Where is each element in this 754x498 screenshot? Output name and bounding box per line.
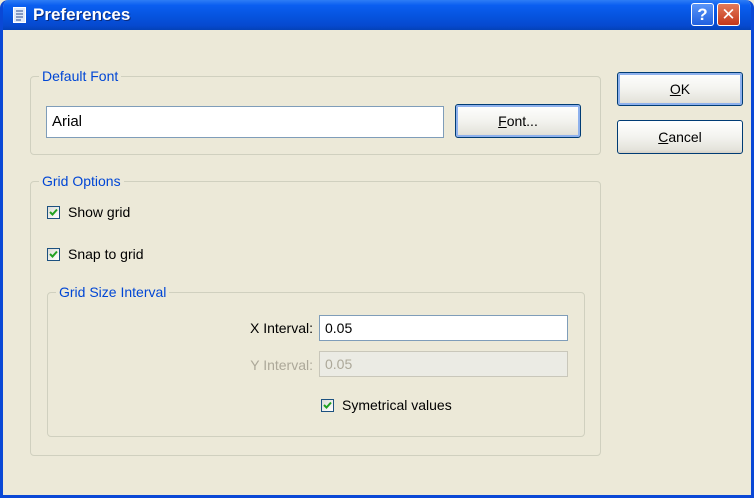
document-icon [13, 7, 26, 23]
cancel-button[interactable]: Cancel [617, 120, 743, 154]
default-font-legend: Default Font [39, 68, 122, 84]
symmetrical-values-checkbox-box[interactable] [321, 398, 334, 412]
cancel-button-mnemonic: C [658, 129, 669, 145]
ok-button-label: K [680, 81, 691, 97]
help-button[interactable]: ? [691, 3, 714, 26]
help-icon: ? [697, 5, 708, 24]
font-button[interactable]: Font... [455, 104, 581, 138]
font-name-input[interactable]: Arial [46, 106, 444, 138]
cancel-button-label: ancel [668, 129, 702, 145]
checkmark-icon [49, 208, 58, 216]
font-button-mnemonic: F [498, 113, 507, 129]
font-button-label: ont... [506, 113, 538, 129]
snap-to-grid-checkbox[interactable]: Snap to grid [47, 246, 144, 262]
symmetrical-values-checkbox[interactable]: Symetrical values [321, 397, 452, 413]
ok-button-mnemonic: O [669, 81, 681, 97]
close-button[interactable]: ✕ [717, 3, 740, 26]
font-name-value: Arial [52, 113, 83, 130]
symmetrical-values-label: Symetrical values [342, 397, 452, 413]
snap-to-grid-label: Snap to grid [68, 246, 144, 262]
y-interval-value: 0.05 [325, 356, 353, 372]
grid-size-interval-legend: Grid Size Interval [56, 284, 170, 300]
y-interval-input[interactable]: 0.05 [319, 351, 568, 377]
checkmark-icon [49, 250, 58, 258]
show-grid-label: Show grid [68, 204, 131, 220]
x-interval-value: 0.05 [325, 320, 353, 336]
close-icon: ✕ [721, 5, 736, 24]
grid-options-legend: Grid Options [39, 173, 124, 189]
title-bar[interactable]: Preferences ? ✕ [3, 0, 751, 30]
show-grid-checkbox[interactable]: Show grid [47, 204, 130, 220]
snap-to-grid-checkbox-box[interactable] [47, 247, 60, 261]
x-interval-input[interactable]: 0.05 [319, 315, 568, 341]
window-title: Preferences [33, 5, 131, 24]
y-interval-label: Y Interval: [250, 357, 313, 373]
ok-button[interactable]: OK [617, 72, 743, 106]
checkmark-icon [323, 401, 332, 409]
show-grid-checkbox-box[interactable] [47, 205, 60, 219]
x-interval-label: X Interval: [249, 320, 313, 336]
preferences-dialog: Preferences ? ✕ Default Font Arial Font.… [0, 0, 754, 498]
